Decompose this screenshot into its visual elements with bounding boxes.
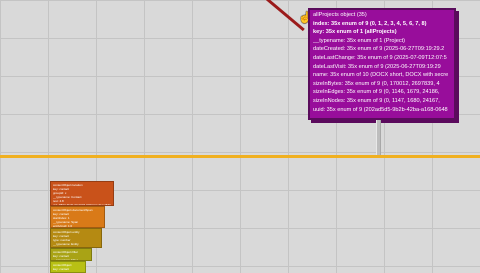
object-info-panel[interactable]: allProjects object (35) index: 35x enum …	[308, 8, 456, 120]
panel-field-row: sizeInBytes: 35x enum of 9 (0, 170012, 2…	[313, 80, 440, 87]
panel-field-row: uuid: 35x enum of 9 (202ad5d5-9b2b-42ba-…	[313, 106, 448, 113]
graph-node-card[interactable]: contentObject.documentSpan key: contact st…	[50, 206, 105, 228]
panel-field-row: sizeInNodes: 35x enum of 9 (0, 1147, 168…	[313, 97, 440, 104]
pane-divider[interactable]	[0, 155, 480, 158]
panel-field-row: name: 35x enum of 10 (DOCX short, DOCX w…	[313, 72, 449, 79]
panel-field-row: dateLastChange: 35x enum of 9 (2025-07-0…	[313, 54, 447, 61]
panel-field-row: dateLastVisit: 35x enum of 9 (2025-06-27…	[313, 63, 441, 70]
panel-field-row: dateCreated: 35x enum of 9 (2025-06-27T0…	[313, 46, 445, 53]
graph-node-card[interactable]: contentObject.filter key: contact __typena…	[50, 248, 92, 261]
graph-node-card[interactable]: contentObject.entity key: contact type: nu…	[50, 228, 102, 248]
panel-title: allProjects object (35)	[313, 12, 367, 18]
panel-field-row: key: 35x enum of 1 (allProjects)	[313, 29, 397, 36]
graph-canvas[interactable]: ☝ allProjects object (35) index: 35x enu…	[0, 0, 480, 273]
panel-field-row: __typename: 35x enum of 1 (Project)	[313, 37, 406, 44]
graph-node-card[interactable]: contentObject.location key: contact groupI…	[50, 181, 114, 206]
panel-field-row: index: 35x enum of 9 (0, 1, 2, 3, 4, 5, …	[313, 20, 427, 27]
vertical-connector	[376, 120, 381, 156]
panel-field-row: sizeInEdges: 35x enum of 9 (0, 1146, 167…	[313, 89, 440, 96]
graph-node-card[interactable]: contentObject key: contact...	[50, 261, 86, 273]
